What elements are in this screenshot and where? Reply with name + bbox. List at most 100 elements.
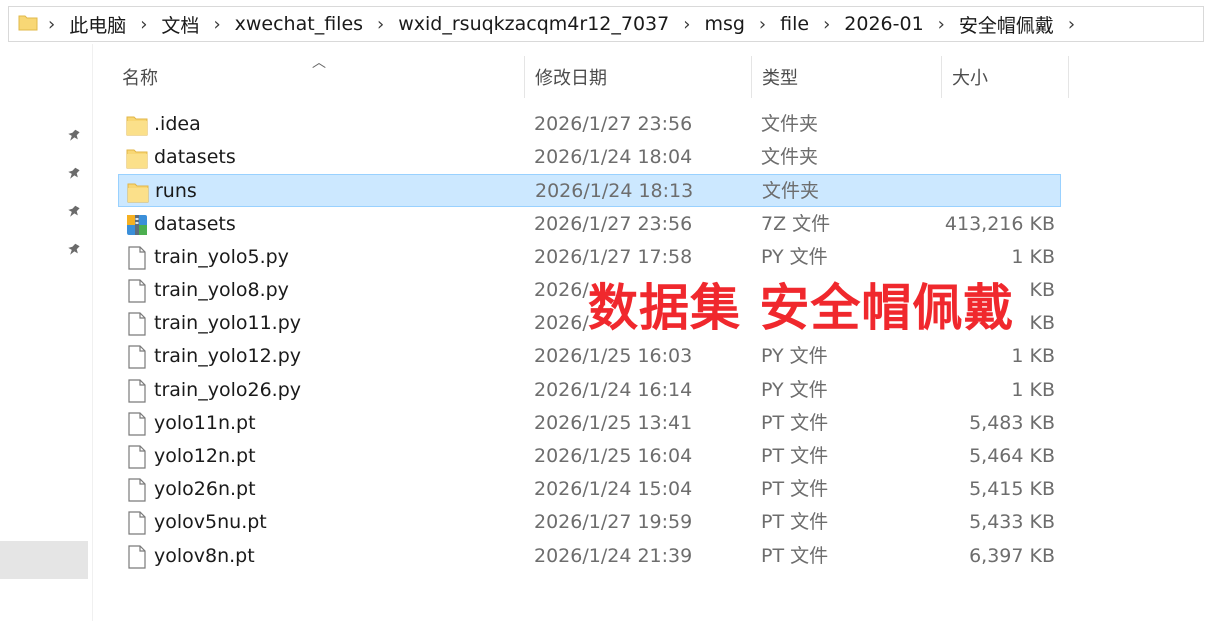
- breadcrumb-item[interactable]: 安全帽佩戴: [959, 11, 1054, 38]
- file-name: yolo11n.pt: [154, 412, 256, 434]
- file-row[interactable]: yolov5nu.pt 2026/1/27 19:59 PT 文件 5,433 KB: [118, 506, 1061, 539]
- file-type: PT 文件: [761, 445, 829, 467]
- file-date: 2026/1/25 16:04: [534, 445, 693, 467]
- breadcrumb: 此电脑 › 文档 › xwechat_files › wxid_rsuqkzacqm4r12…: [69, 11, 1089, 38]
- file-type: PY 文件: [761, 379, 828, 401]
- file-icon: [126, 312, 148, 336]
- chevron-right-icon[interactable]: ›: [140, 14, 147, 35]
- file-date: 2026/: [534, 312, 589, 334]
- breadcrumb-item[interactable]: 文档: [161, 11, 199, 38]
- overlay-title: 数据集 安全帽佩戴: [588, 279, 1015, 337]
- file-icon: [126, 379, 148, 403]
- file-size: 5,415 KB: [969, 478, 1055, 500]
- chevron-right-icon[interactable]: ›: [938, 14, 945, 35]
- chevron-right-icon[interactable]: ›: [683, 14, 690, 35]
- folder-icon: [126, 146, 148, 170]
- file-type: PT 文件: [761, 545, 829, 567]
- file-type: PT 文件: [761, 511, 829, 533]
- chevron-right-icon[interactable]: ›: [759, 14, 766, 35]
- file-name: train_yolo26.py: [154, 379, 302, 401]
- address-bar[interactable]: › 此电脑 › 文档 › xwechat_files › wxid_rsuqkzacqm4r…: [8, 6, 1204, 42]
- pin-icon[interactable]: [66, 166, 82, 182]
- file-name: train_yolo8.py: [154, 279, 289, 301]
- breadcrumb-item[interactable]: file: [780, 13, 809, 35]
- column-header-label: 名称: [122, 68, 158, 89]
- folder-icon: [126, 113, 148, 137]
- breadcrumb-item[interactable]: xwechat_files: [235, 13, 363, 35]
- file-name: datasets: [154, 213, 236, 235]
- nav-item-selected[interactable]: [0, 541, 88, 579]
- pin-icon[interactable]: [66, 204, 82, 220]
- file-row[interactable]: datasets 2026/1/27 23:56 7Z 文件 413,216 KB: [118, 208, 1061, 241]
- column-header-date[interactable]: 修改日期: [525, 56, 751, 98]
- chevron-right-icon[interactable]: ›: [1068, 14, 1075, 35]
- file-icon: [126, 478, 148, 502]
- file-icon: [126, 345, 148, 369]
- file-row[interactable]: runs 2026/1/24 18:13 文件夹: [118, 174, 1061, 207]
- file-date: 2026/: [534, 279, 589, 301]
- file-date: 2026/1/24 21:39: [534, 545, 693, 567]
- file-row[interactable]: yolo26n.pt 2026/1/24 15:04 PT 文件 5,415 KB: [118, 473, 1061, 506]
- file-size: 1 KB: [1011, 345, 1055, 367]
- column-header-label: 类型: [762, 68, 798, 89]
- file-row[interactable]: yolo11n.pt 2026/1/25 13:41 PT 文件 5,483 KB: [118, 407, 1061, 440]
- column-header-size[interactable]: 大小: [942, 56, 1068, 98]
- archive-icon: [126, 213, 148, 237]
- pin-icon[interactable]: [66, 128, 82, 144]
- file-row[interactable]: .idea 2026/1/27 23:56 文件夹: [118, 108, 1061, 141]
- pin-icon[interactable]: [66, 242, 82, 258]
- file-name: runs: [155, 180, 197, 202]
- file-name: yolov8n.pt: [154, 545, 255, 567]
- file-name: .idea: [154, 113, 201, 135]
- file-type: 文件夹: [761, 113, 819, 135]
- file-name: train_yolo12.py: [154, 345, 302, 367]
- breadcrumb-item[interactable]: 2026-01: [844, 13, 923, 35]
- file-row[interactable]: train_yolo26.py 2026/1/24 16:14 PY 文件 1 KB: [118, 374, 1061, 407]
- file-date: 2026/1/25 16:03: [534, 345, 693, 367]
- breadcrumb-item[interactable]: msg: [704, 13, 744, 35]
- pane-divider[interactable]: [92, 44, 93, 621]
- file-size: 5,433 KB: [969, 511, 1055, 533]
- column-header-label: 修改日期: [535, 68, 607, 89]
- file-name: yolov5nu.pt: [154, 511, 267, 533]
- file-type: 文件夹: [761, 146, 819, 168]
- file-date: 2026/1/27 23:56: [534, 113, 693, 135]
- file-type: PT 文件: [761, 478, 829, 500]
- breadcrumb-item[interactable]: wxid_rsuqkzacqm4r12_7037: [398, 13, 669, 35]
- file-row[interactable]: yolo12n.pt 2026/1/25 16:04 PT 文件 5,464 KB: [118, 440, 1061, 473]
- file-size: KB: [1029, 312, 1056, 334]
- file-row[interactable]: train_yolo12.py 2026/1/25 16:03 PY 文件 1 KB: [118, 340, 1061, 373]
- chevron-right-icon[interactable]: ›: [823, 14, 830, 35]
- file-name: train_yolo5.py: [154, 246, 289, 268]
- file-name: train_yolo11.py: [154, 312, 302, 334]
- chevron-right-icon[interactable]: ›: [48, 14, 55, 35]
- file-row[interactable]: datasets 2026/1/24 18:04 文件夹: [118, 141, 1061, 174]
- file-icon: [126, 279, 148, 303]
- file-size: 1 KB: [1011, 379, 1055, 401]
- breadcrumb-item[interactable]: 此电脑: [69, 11, 126, 38]
- file-date: 2026/1/24 18:04: [534, 146, 693, 168]
- column-header-type[interactable]: 类型: [752, 56, 941, 98]
- file-name: yolo26n.pt: [154, 478, 256, 500]
- column-header-name[interactable]: 名称: [112, 56, 524, 98]
- chevron-right-icon[interactable]: ›: [377, 14, 384, 35]
- file-date: 2026/1/27 23:56: [534, 213, 693, 235]
- file-row[interactable]: yolov8n.pt 2026/1/24 21:39 PT 文件 6,397 KB: [118, 540, 1061, 573]
- file-size: 5,483 KB: [969, 412, 1055, 434]
- file-date: 2026/1/25 13:41: [534, 412, 693, 434]
- file-name: datasets: [154, 146, 236, 168]
- file-date: 2026/1/24 16:14: [534, 379, 693, 401]
- file-type: PY 文件: [761, 345, 828, 367]
- file-name: yolo12n.pt: [154, 445, 256, 467]
- column-header-label: 大小: [952, 68, 988, 89]
- file-size: KB: [1029, 279, 1056, 301]
- file-date: 2026/1/24 18:13: [535, 180, 694, 202]
- column-divider[interactable]: [1068, 56, 1069, 98]
- file-icon: [126, 445, 148, 469]
- file-date: 2026/1/27 19:59: [534, 511, 693, 533]
- chevron-right-icon[interactable]: ›: [213, 14, 220, 35]
- file-type: 7Z 文件: [761, 213, 831, 235]
- file-size: 6,397 KB: [969, 545, 1055, 567]
- file-size: 1 KB: [1011, 246, 1055, 268]
- folder-icon: [18, 12, 38, 37]
